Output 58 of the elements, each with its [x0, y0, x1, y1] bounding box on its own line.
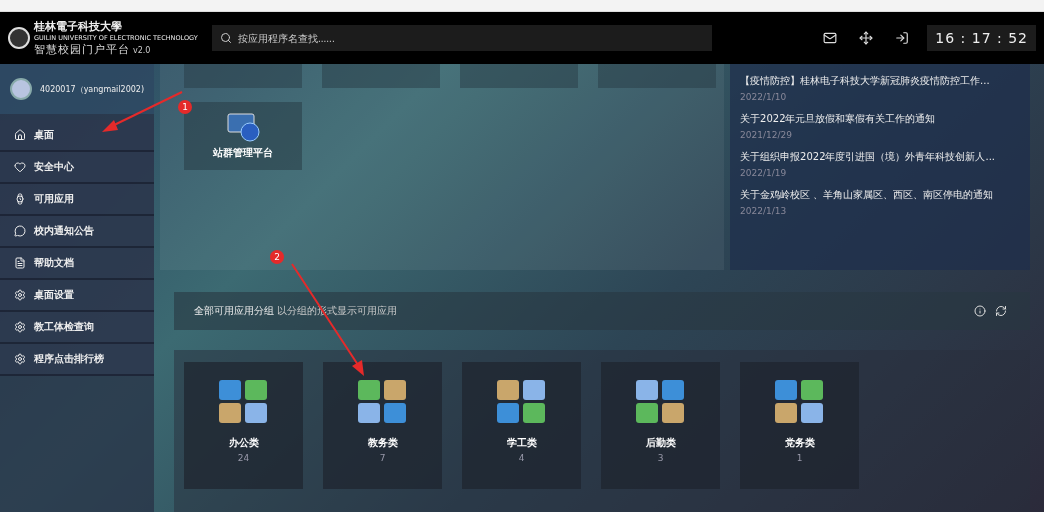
news-date: 2022/1/13 — [740, 206, 788, 216]
document-icon — [14, 257, 26, 269]
group-name: 后勤类 — [645, 436, 676, 450]
app-icons-drawing — [357, 380, 408, 424]
news-title[interactable]: 关于金鸡岭校区 、羊角山家属区、西区、南区停电的通知 — [740, 188, 1021, 202]
app-tile[interactable] — [460, 64, 579, 88]
groups-title: 全部可用应用分组 — [194, 304, 275, 318]
heart-icon — [14, 161, 26, 173]
settings-icon — [14, 321, 26, 333]
group-card[interactable]: 办公类 24 — [184, 362, 304, 489]
group-name: 党务类 — [784, 436, 815, 450]
portal-title: 智慧校园门户平台 — [34, 42, 130, 57]
group-name: 教务类 — [367, 436, 398, 450]
search-icon — [220, 32, 232, 44]
clock: 16 : 17 : 52 — [927, 25, 1036, 51]
group-count: 24 — [237, 453, 250, 463]
group-name: 学工类 — [506, 436, 537, 450]
logout-icon — [895, 31, 910, 45]
move-icon — [859, 31, 874, 45]
home-icon — [14, 129, 26, 141]
speech-bubble-icon — [14, 225, 26, 237]
university-emblem-icon — [8, 27, 30, 49]
group-count: 4 — [518, 453, 525, 463]
group-card[interactable]: 学工类 4 — [462, 362, 582, 489]
mail-icon — [823, 31, 838, 45]
group-card[interactable]: 教务类 7 — [323, 362, 443, 489]
sidebar-item[interactable]: 教工体检查询 — [0, 312, 155, 344]
version-label: v2.0 — [133, 46, 151, 55]
group-count: 3 — [657, 453, 664, 463]
app-icons-drawing — [218, 380, 269, 424]
settings-icon — [14, 353, 26, 365]
app-icons-drawing — [496, 380, 547, 424]
app-tile[interactable] — [322, 64, 441, 88]
group-count: 7 — [379, 453, 386, 463]
sidebar-item[interactable]: 程序点击排行榜 — [0, 344, 155, 376]
group-card[interactable]: 党务类 1 — [740, 362, 860, 489]
avatar — [10, 78, 32, 100]
group-count: 1 — [796, 453, 803, 463]
computer-globe-icon — [226, 112, 261, 142]
group-name: 办公类 — [228, 436, 259, 450]
news-date: 2022/1/19 — [740, 168, 788, 178]
app-tile[interactable] — [598, 64, 717, 88]
university-name: 桂林電子科技大學 — [34, 19, 123, 34]
watch-icon — [14, 193, 26, 205]
news-title[interactable]: 关于2022年元旦放假和寒假有关工作的通知 — [740, 112, 1021, 126]
news-title[interactable]: 关于组织申报2022年度引进国（境）外青年科技创新人... — [740, 150, 1021, 164]
refresh-icon — [995, 305, 1008, 317]
app-icons-drawing — [774, 380, 825, 424]
user-name: 4020017（yangmail2002) — [40, 83, 145, 95]
info-icon — [974, 305, 987, 317]
news-title[interactable]: 【疫情防控】桂林电子科技大学新冠肺炎疫情防控工作... — [740, 74, 1021, 88]
group-card[interactable]: 后勤类 3 — [601, 362, 721, 489]
search-field[interactable]: 按应用程序名查找...... — [212, 25, 712, 51]
settings-icon — [14, 289, 26, 301]
app-tile[interactable] — [184, 64, 303, 88]
news-date: 2021/12/29 — [740, 130, 793, 140]
app-icons-drawing — [635, 380, 686, 424]
news-date: 2022/1/10 — [740, 92, 788, 102]
